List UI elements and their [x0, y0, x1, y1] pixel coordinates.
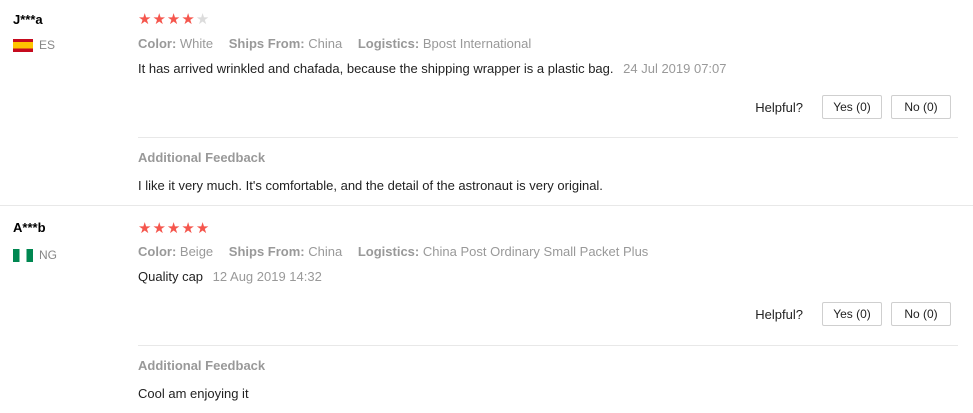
reviewer-name: A***b	[13, 220, 46, 235]
additional-feedback-title: Additional Feedback	[138, 150, 266, 165]
star-icon: ★	[152, 220, 166, 237]
ships-from-value: China	[308, 36, 343, 51]
helpful-vote: Helpful? Yes (0) No (0)	[755, 95, 951, 119]
ships-from-value: China	[308, 244, 343, 259]
ships-from-key: Ships From:	[228, 244, 305, 259]
logistics-key: Logistics:	[357, 36, 420, 51]
additional-feedback-text: Cool am enjoying it	[138, 386, 249, 401]
helpful-yes-button[interactable]: Yes (0)	[822, 302, 882, 326]
logistics-value: Bpost International	[422, 36, 532, 51]
review-item: A***b NG ★ ★ ★ ★ ★ Color: Beige Ships From: …	[0, 205, 973, 413]
divider	[138, 345, 958, 346]
ships-from-key: Ships From:	[228, 36, 305, 51]
helpful-label: Helpful?	[755, 306, 803, 322]
helpful-no-button[interactable]: No (0)	[891, 95, 951, 119]
review-text: It has arrived wrinkled and chafada, bec…	[138, 61, 727, 76]
reviewer-name: J***a	[13, 12, 43, 27]
country-code: ES	[39, 38, 56, 52]
color-key: Color:	[138, 244, 177, 259]
nigeria-flag-icon	[13, 248, 33, 262]
star-icon: ★	[138, 220, 152, 237]
review-date: 24 Jul 2019 07:07	[623, 61, 727, 76]
reviewer-country: NG	[13, 248, 57, 262]
review-text: Quality cap 12 Aug 2019 14:32	[138, 269, 322, 284]
additional-feedback-text: I like it very much. It's comfortable, a…	[138, 178, 603, 193]
star-icon: ★	[195, 220, 210, 237]
reviewer-country: ES	[13, 38, 55, 52]
star-icon: ★	[166, 11, 181, 28]
star-icon: ★	[166, 220, 181, 237]
review-body: Quality cap	[138, 269, 204, 284]
logistics-value: China Post Ordinary Small Packet Plus	[422, 244, 649, 259]
star-icon: ★	[138, 11, 152, 28]
logistics-key: Logistics:	[357, 244, 420, 259]
review-body: It has arrived wrinkled and chafada, bec…	[138, 61, 614, 76]
star-icon: ★	[181, 220, 195, 237]
star-rating: ★ ★ ★ ★ ★	[138, 221, 210, 236]
additional-feedback-title: Additional Feedback	[138, 358, 266, 373]
review-item: J***a ES ★ ★ ★ ★ ★ Color: White Ships From: …	[0, 0, 973, 205]
helpful-no-button[interactable]: No (0)	[891, 302, 951, 326]
star-rating: ★ ★ ★ ★ ★	[138, 12, 210, 27]
color-key: Color:	[138, 36, 177, 51]
review-date: 12 Aug 2019 14:32	[212, 269, 322, 284]
star-icon: ★	[195, 11, 210, 28]
color-value: Beige	[179, 244, 214, 259]
helpful-yes-button[interactable]: Yes (0)	[822, 95, 882, 119]
star-icon: ★	[181, 11, 195, 28]
helpful-vote: Helpful? Yes (0) No (0)	[755, 302, 951, 326]
spain-flag-icon	[13, 38, 33, 52]
review-attributes: Color: Beige Ships From: China Logistics…	[138, 244, 660, 259]
review-attributes: Color: White Ships From: China Logistics…	[138, 36, 543, 51]
divider	[138, 137, 958, 138]
country-code: NG	[39, 248, 57, 262]
helpful-label: Helpful?	[755, 99, 803, 115]
star-icon: ★	[152, 11, 166, 28]
color-value: White	[179, 36, 214, 51]
